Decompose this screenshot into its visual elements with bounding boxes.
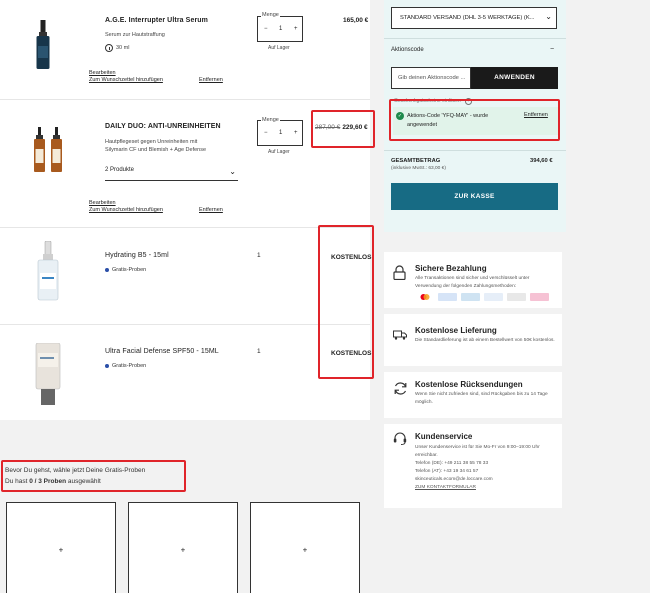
remove-link[interactable]: Entfernen [199,207,223,213]
service-email[interactable]: skinceuticals.ecom@de.loccare.com [415,477,557,482]
lock-icon [393,265,406,280]
cart-item-sample: Ultra Facial Defense SPF50 - 15ML Gratis… [0,325,371,420]
edit-link[interactable]: Bearbeiten [89,200,163,207]
remove-link[interactable]: Entfernen [199,77,223,83]
sample-qty: 1 [257,348,261,355]
card-description: Die Standardlieferung ist ab einem Beste… [415,338,555,343]
card-description: Unser Kundenservice ist für Sie Mo-Fr vo… [415,445,540,458]
sample-slot[interactable]: + [250,502,360,593]
card-description: Wenn Sie nicht zufrieden sind, sind Rück… [415,392,548,405]
total-label: GESAMTBETRAG [391,158,441,164]
qty-minus-button[interactable]: − [264,130,268,136]
card-title: Kundenservice [415,432,473,441]
highlight-gratis-count [1,460,186,492]
product-image-serum[interactable] [36,20,50,70]
contact-form-link[interactable]: ZUM KONTAKTFORMULAR [415,485,557,490]
qty-minus-button[interactable]: − [264,26,268,32]
cart-page: A.G.E. Interrupter Ultra Serum Serum zur… [0,0,650,593]
item-price: 165,00 € [343,17,369,24]
mastercard-icon [415,293,434,301]
product-image-spf[interactable] [35,343,61,405]
truck-icon [393,330,407,340]
checkout-button[interactable]: ZUR KASSE [391,183,558,210]
item-links: Bearbeiten Zum Wunschzettel hinzufügen [89,200,163,214]
free-returns-card: Kostenlose Rücksendungen Wenn Sie nicht … [384,372,562,418]
qty-label: Menge [261,117,280,123]
stock-status: Auf Lager [268,45,290,51]
card-title: Sichere Bezahlung [415,264,487,273]
size-icon [105,44,113,52]
phone-at[interactable]: Telefon (AT): +43 19 34 61 57 [415,469,557,474]
total-vat: (inklusive MwSt.: 63,00 €) [391,166,446,171]
qty-plus-button[interactable]: + [294,130,298,136]
product-image-duo[interactable] [34,127,66,173]
secure-payment-card: Sichere Bezahlung Alle Transaktionen sin… [384,252,562,308]
product-description-1: Hautpflegeset gegen Unreinheiten mit [105,139,198,145]
promo-label: Aktionscode [391,47,424,53]
plus-icon: + [302,545,308,554]
sample-tag: Gratis-Proben [105,267,146,273]
dot-icon [105,268,109,272]
headset-icon [393,432,407,445]
qty-value: 1 [279,130,283,136]
wishlist-link[interactable]: Zum Wunschzettel hinzufügen [89,207,163,214]
quantity-stepper[interactable]: − 1 + [257,120,303,146]
sample-tag: Gratis-Proben [105,363,146,369]
sample-qty: 1 [257,252,261,259]
product-description: Serum zur Hautstraffung [105,32,165,38]
promo-collapse-toggle[interactable]: − [550,46,554,53]
cart-item-sample: Hydrating B5 - 15ml Gratis-Proben 1 KOST… [0,228,371,325]
divider [384,150,566,151]
refresh-icon [394,382,407,395]
total-value: 394,60 € [530,158,553,164]
cart-item: A.G.E. Interrupter Ultra Serum Serum zur… [0,0,370,100]
free-delivery-card: Kostenlose Lieferung Die Standardlieferu… [384,314,562,366]
product-name[interactable]: Hydrating B5 - 15ml [105,252,169,259]
qty-plus-button[interactable]: + [294,26,298,32]
applepay-icon [507,293,526,301]
product-name[interactable]: A.G.E. Interrupter Ultra Serum [105,17,208,24]
payment-methods [415,293,549,301]
card-title: Kostenlose Rücksendungen [415,380,523,389]
qty-value: 1 [279,26,283,32]
amex-icon [461,293,480,301]
cart-items-panel: A.G.E. Interrupter Ultra Serum Serum zur… [0,0,371,420]
highlight-promo-applied [389,99,560,141]
divider [384,38,566,39]
plus-icon: + [58,545,64,554]
bundle-products-dropdown[interactable]: 2 Produkte ⌄ [105,167,238,181]
quantity-stepper[interactable]: − 1 + [257,16,303,42]
plus-icon: + [180,545,186,554]
highlight-price [311,110,375,148]
stock-status: Auf Lager [268,149,290,155]
card-description: Alle Transaktionen sind sicher und versc… [415,276,530,289]
product-description-2: Silymarin CF und Blemish + Age Defense [105,147,207,153]
product-name[interactable]: Ultra Facial Defense SPF50 - 15ML [105,348,219,355]
edit-link[interactable]: Bearbeiten [89,70,163,77]
customer-service-card: Kundenservice Unser Kundenservice ist fü… [384,424,562,508]
sample-slot[interactable]: + [6,502,116,593]
sample-slot[interactable]: + [128,502,238,593]
card-title: Kostenlose Lieferung [415,326,497,335]
dot-icon [105,364,109,368]
shipping-select[interactable]: STANDARD VERSAND (DHL 3-5 WERKTAGE) (K..… [391,7,557,29]
chevron-down-icon: ⌄ [229,167,236,176]
qty-label: Menge [261,12,280,18]
product-size: 30 ml [105,44,129,52]
paypal-icon [484,293,503,301]
phone-de[interactable]: Telefon (DE): +49 211 38 55 78 33 [415,461,557,466]
item-links: Bearbeiten Zum Wunschzettel hinzufügen [89,70,163,84]
promo-code-input[interactable]: Gib deinen Aktionscode ... [391,67,471,89]
highlight-free-samples [318,225,374,379]
chevron-down-icon: ⌄ [545,12,552,21]
klarna-icon [530,293,549,301]
product-name[interactable]: DAILY DUO: ANTI-UNREINHEITEN [105,123,221,130]
product-image-hydrating[interactable] [37,241,59,301]
visa-icon [438,293,457,301]
wishlist-link[interactable]: Zum Wunschzettel hinzufügen [89,77,163,84]
apply-promo-button[interactable]: ANWENDEN [471,67,558,89]
